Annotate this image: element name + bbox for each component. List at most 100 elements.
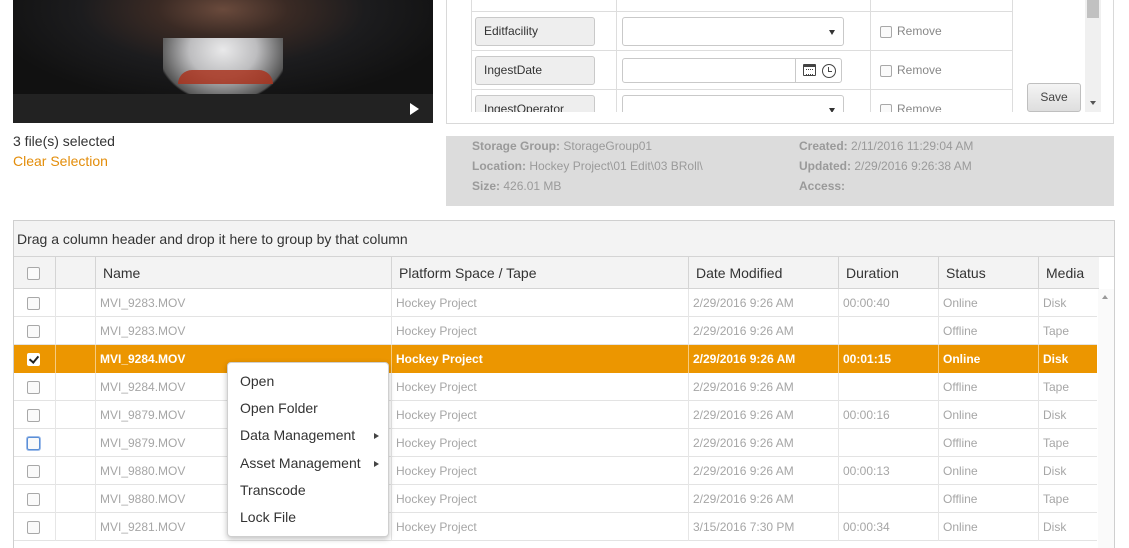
table-row[interactable]: MVI_9284.MOV Hockey Project 2/29/2016 9:26…	[14, 373, 1097, 401]
row-checkbox[interactable]	[27, 325, 40, 338]
editfacility-remove-checkbox[interactable]	[880, 26, 892, 38]
menu-item-label: Lock File	[240, 509, 297, 525]
row-checkbox[interactable]	[27, 353, 40, 366]
cell-blank	[55, 289, 95, 317]
calendar-icon[interactable]	[803, 64, 816, 76]
cell-media: Disk	[1038, 289, 1098, 317]
cell-blank	[55, 429, 95, 457]
cell-blank	[55, 401, 95, 429]
ingestdate-input[interactable]	[623, 59, 796, 82]
ingestoperator-remove-checkbox[interactable]	[880, 104, 892, 112]
save-button[interactable]: Save	[1027, 83, 1081, 112]
menu-item-transcode[interactable]: Transcode	[228, 477, 388, 504]
remove-label: Remove	[897, 102, 942, 112]
table-row[interactable]: MVI_9283.MOV Hockey Project 2/29/2016 9:26…	[14, 289, 1097, 317]
cell-platform: Hockey Project	[391, 317, 688, 345]
cell-media: Disk	[1038, 401, 1098, 429]
column-header-platform[interactable]: Platform Space / Tape	[391, 257, 688, 289]
cell-blank	[55, 457, 95, 485]
table-row[interactable]: MVI_9880.MOV Hockey Project 2/29/2016 9:26…	[14, 457, 1097, 485]
clock-icon[interactable]	[822, 64, 836, 78]
cell-date-modified: 2/29/2016 9:26 AM	[688, 345, 838, 373]
info-label: Updated:	[799, 159, 851, 173]
cell-blank	[55, 485, 95, 513]
row-checkbox[interactable]	[27, 409, 40, 422]
remove-label: Remove	[897, 24, 942, 38]
select-all-checkbox[interactable]	[27, 267, 40, 280]
column-header-status[interactable]: Status	[938, 257, 1038, 289]
column-header-duration[interactable]: Duration	[838, 257, 938, 289]
row-checkbox[interactable]	[27, 521, 40, 534]
menu-item-lock-file[interactable]: Lock File	[228, 504, 388, 531]
cell-date-modified: 2/29/2016 9:26 AM	[688, 401, 838, 429]
grid-scrollbar[interactable]	[1098, 289, 1114, 548]
row-checkbox[interactable]	[27, 465, 40, 478]
storage-group-value: StorageGroup01	[563, 139, 653, 153]
cell-blank	[55, 373, 95, 401]
column-divider	[870, 51, 871, 89]
grid-header: Name Platform Space / Tape Date Modified…	[14, 257, 1099, 289]
scrollbar-thumb[interactable]	[1087, 0, 1099, 18]
menu-item-label: Transcode	[240, 482, 306, 498]
table-row[interactable]: MVI_9879.MOV Hockey Project 2/29/2016 9:26…	[14, 401, 1097, 429]
column-header-media[interactable]: Media	[1038, 257, 1099, 289]
group-drop-area[interactable]: Drag a column header and drop it here to…	[14, 221, 1114, 257]
column-header-date-modified[interactable]: Date Modified	[688, 257, 838, 289]
video-preview[interactable]	[13, 0, 433, 123]
updated-info: Updated: 2/29/2016 9:26:38 AM	[799, 159, 972, 173]
file-grid: Drag a column header and drop it here to…	[13, 220, 1115, 548]
row-checkbox[interactable]	[27, 297, 40, 310]
metadata-form-panel: Editfacility Remove IngestDate Remove In…	[446, 0, 1114, 124]
ingestoperator-select[interactable]	[622, 95, 844, 112]
menu-item-open-folder[interactable]: Open Folder	[228, 395, 388, 422]
cell-name: MVI_9283.MOV	[95, 289, 391, 317]
play-icon[interactable]	[410, 103, 419, 115]
cell-duration	[838, 317, 938, 345]
cell-date-modified: 3/15/2016 7:30 PM	[688, 513, 838, 541]
column-divider	[616, 51, 617, 89]
info-label: Access:	[799, 179, 846, 193]
metadata-scrollbar[interactable]	[1085, 0, 1101, 112]
cell-platform: Hockey Project	[391, 485, 688, 513]
metadata-row-editfacility: Editfacility Remove	[472, 12, 1012, 51]
table-row[interactable]: MVI_9880.MOV Hockey Project 2/29/2016 9:26…	[14, 485, 1097, 513]
cell-duration	[838, 485, 938, 513]
menu-item-open[interactable]: Open	[228, 368, 388, 395]
scroll-down-icon[interactable]	[1090, 101, 1096, 105]
menu-item-label: Open	[240, 373, 275, 389]
table-row[interactable]: MVI_9879.MOV Hockey Project 2/29/2016 9:26…	[14, 429, 1097, 457]
table-row[interactable]: MVI_9281.MOV Hockey Project 3/15/2016 7:30…	[14, 513, 1097, 541]
cell-platform: Hockey Project	[391, 457, 688, 485]
ingestdate-picker	[622, 58, 842, 83]
row-checkbox[interactable]	[27, 381, 40, 394]
column-divider	[616, 0, 617, 11]
table-row[interactable]: MVI_9284.MOV Hockey Project 2/29/2016 9:26…	[14, 345, 1097, 373]
clear-selection-link[interactable]: Clear Selection	[13, 153, 108, 169]
cell-duration: 00:00:16	[838, 401, 938, 429]
scroll-up-icon[interactable]	[1102, 295, 1108, 299]
submenu-arrow-icon	[374, 461, 379, 467]
table-row[interactable]: MVI_9283.MOV Hockey Project 2/29/2016 9:26…	[14, 317, 1097, 345]
cell-status: Online	[938, 401, 1038, 429]
menu-item-asset-management[interactable]: Asset Management	[228, 450, 388, 477]
cell-duration: 00:00:40	[838, 289, 938, 317]
metadata-row	[472, 0, 1012, 12]
cell-duration	[838, 373, 938, 401]
cell-duration	[838, 429, 938, 457]
cell-blank	[55, 317, 95, 345]
location-value: Hockey Project\01 Edit\03 BRoll\	[529, 159, 703, 173]
column-header-name[interactable]: Name	[95, 257, 391, 289]
menu-item-data-management[interactable]: Data Management	[228, 422, 388, 449]
column-divider	[870, 0, 871, 11]
size-value: 426.01 MB	[503, 179, 562, 193]
row-checkbox[interactable]	[27, 493, 40, 506]
cell-media: Disk	[1038, 513, 1098, 541]
info-label: Created:	[799, 139, 848, 153]
cell-status: Offline	[938, 317, 1038, 345]
editfacility-select[interactable]	[622, 17, 844, 46]
row-checkbox[interactable]	[27, 437, 40, 450]
cell-media: Disk	[1038, 457, 1098, 485]
cell-status: Online	[938, 513, 1038, 541]
cell-media: Tape	[1038, 317, 1098, 345]
ingestdate-remove-checkbox[interactable]	[880, 65, 892, 77]
